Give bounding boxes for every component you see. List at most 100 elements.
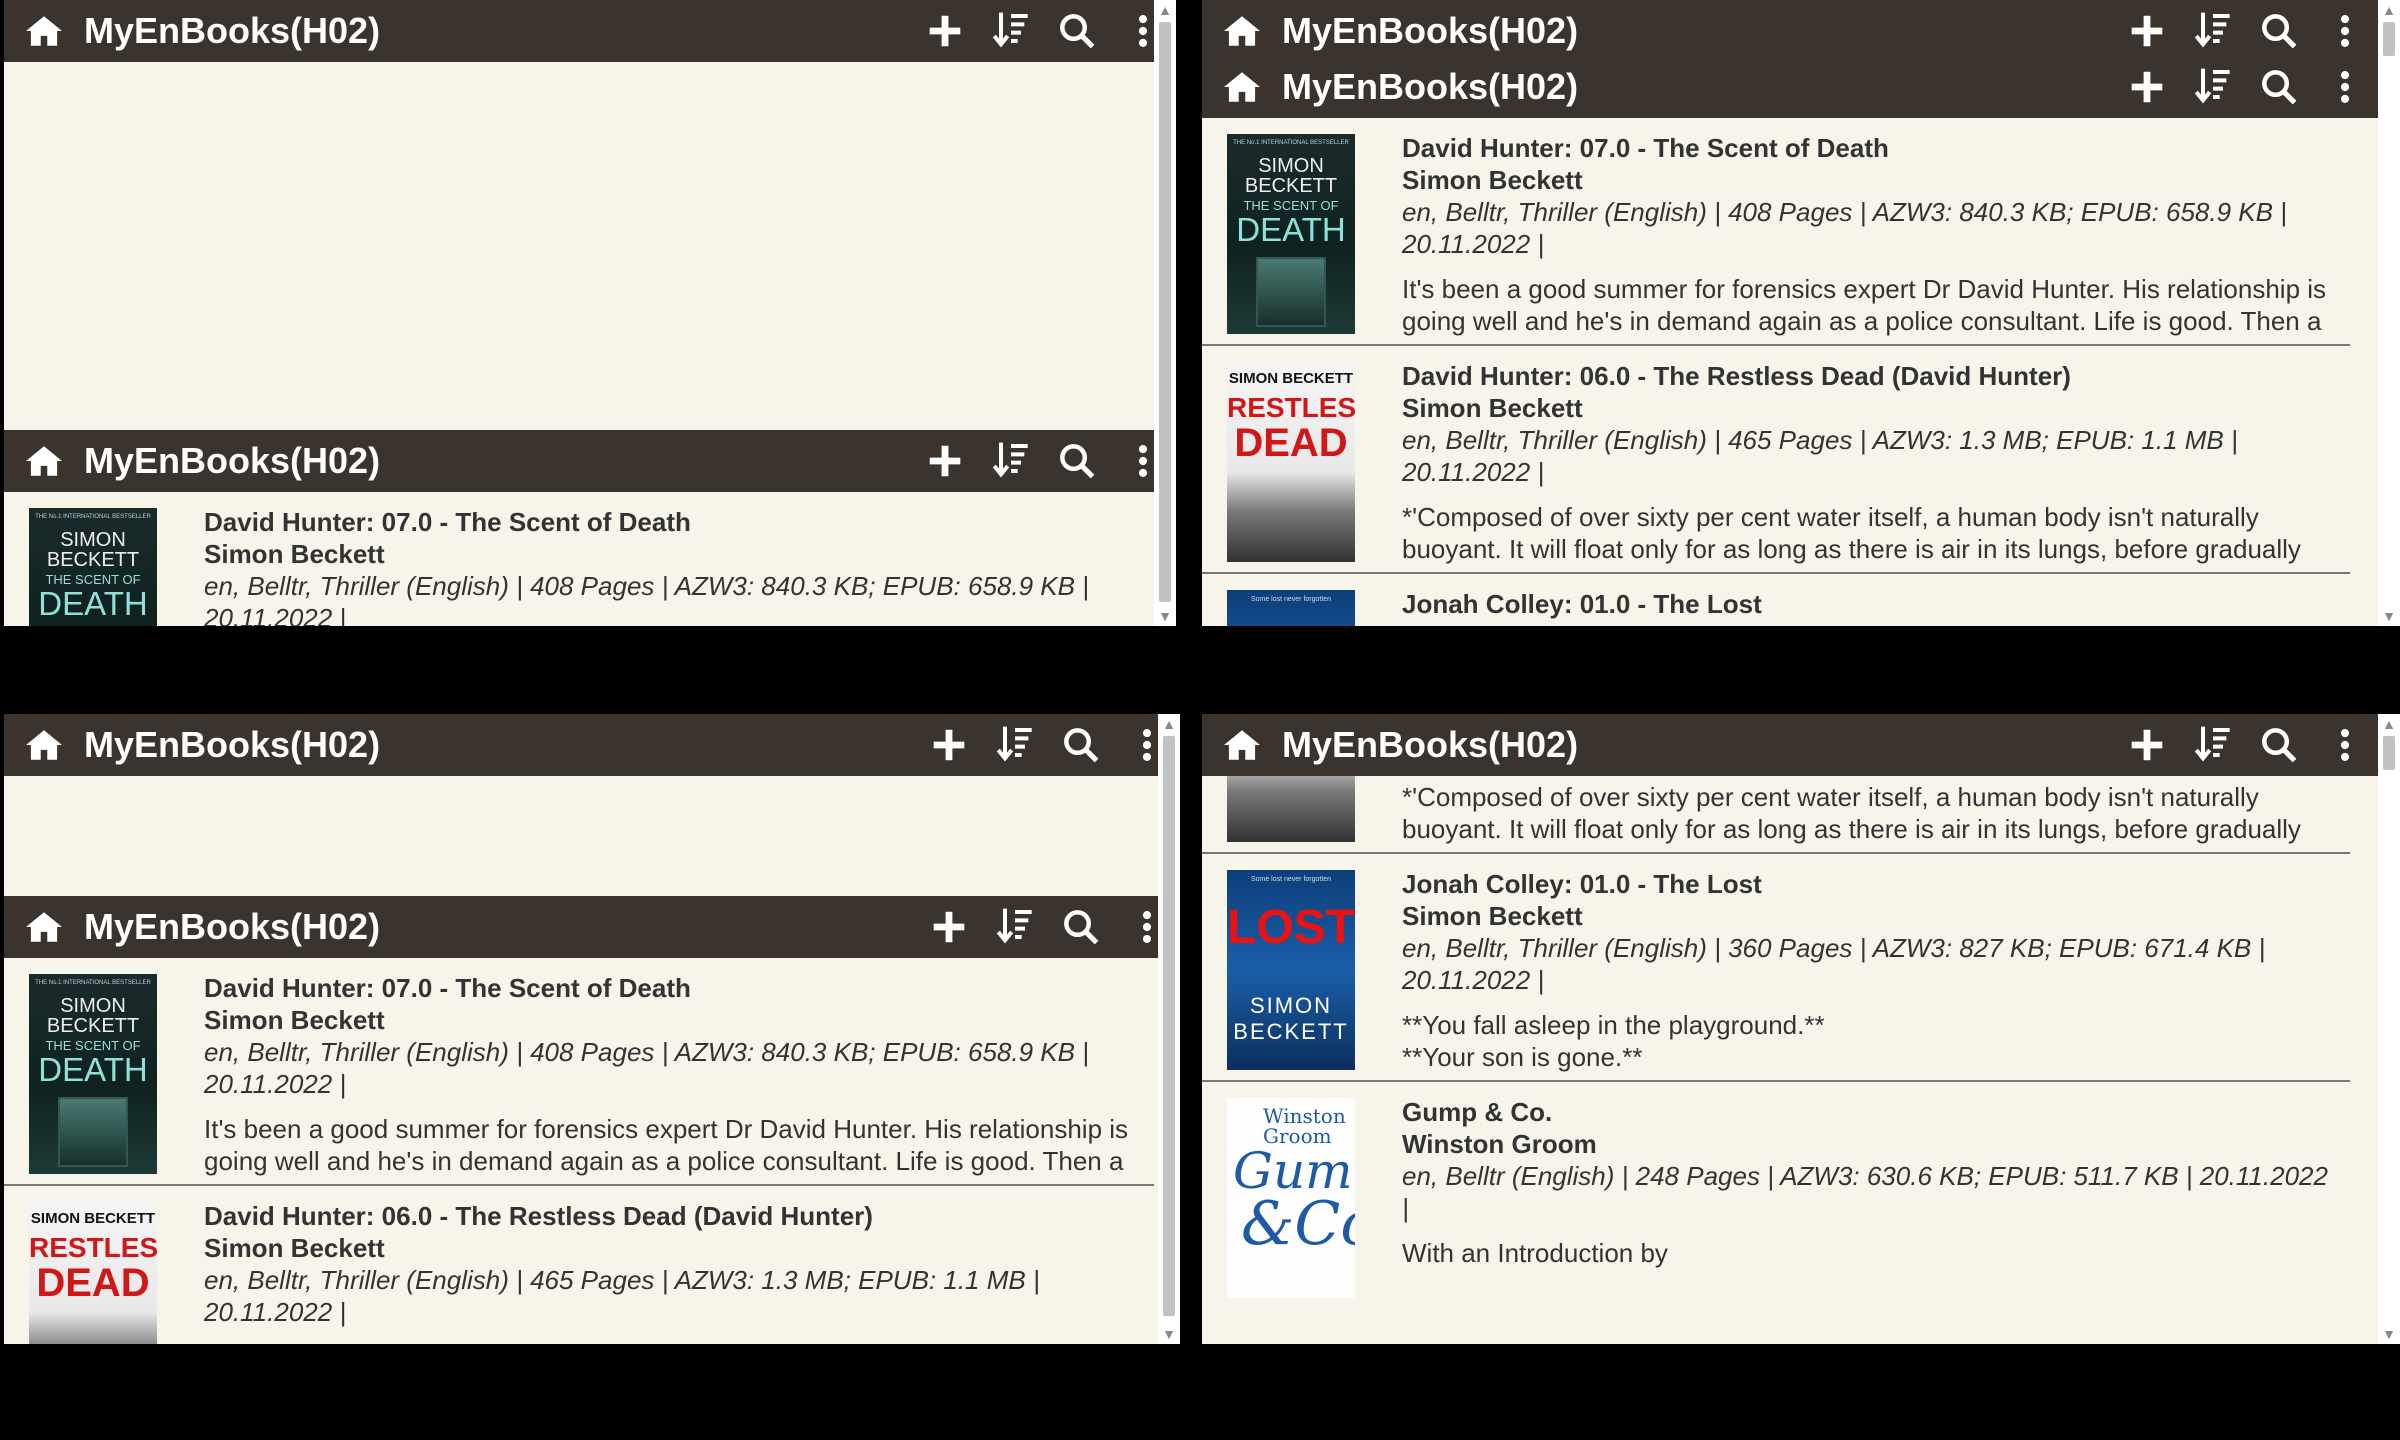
search-button[interactable] [1044, 0, 1110, 62]
book-title: Jonah Colley: 01.0 - The Lost [1402, 589, 1762, 619]
scroll-up-arrow[interactable]: ▲ [1154, 0, 1176, 20]
search-button[interactable] [2246, 714, 2312, 776]
sort-button[interactable] [2180, 0, 2246, 62]
sort-icon [2194, 726, 2230, 762]
scroll-up-arrow[interactable]: ▲ [2378, 0, 2400, 20]
book-author: Winston Groom [1402, 1129, 1597, 1159]
scrollbar[interactable]: ▲ ▼ [2378, 714, 2400, 1344]
menu-button[interactable] [2312, 714, 2378, 776]
book-cover: THE No.1 INTERNATIONAL BESTSELLER SIMON … [29, 508, 157, 626]
scroll-up-arrow[interactable]: ▲ [2378, 714, 2400, 734]
book-list-item[interactable]: Some lost never forgotten LOST SIMON BEC… [1202, 574, 2350, 626]
add-button[interactable] [2114, 0, 2180, 62]
book-list-item[interactable]: SIMON BECKETT RESTLESS DEAD David Hunter… [1202, 346, 2350, 574]
panel-bottom-left: MyEnBooks(H02) MyEnBooks(H02) THE No.1 I… [4, 714, 1180, 1344]
menu-button[interactable] [2312, 56, 2378, 118]
app-title: MyEnBooks(H02) [1282, 66, 1579, 107]
book-cover: SIMON BECKETT RESTLESS DEAD [29, 1202, 157, 1344]
add-button[interactable] [2114, 714, 2180, 776]
sort-button[interactable] [978, 430, 1044, 492]
app-title: MyEnBooks(H02) [1282, 10, 1579, 51]
book-cover: SIMON BECKETT RESTLESS DEAD [1227, 362, 1355, 562]
scroll-up-arrow[interactable]: ▲ [1158, 714, 1180, 734]
book-description: **You fall asleep in the playground.** *… [1402, 1010, 1825, 1072]
more-vertical-icon [1138, 445, 1148, 477]
scroll-down-arrow[interactable]: ▼ [1154, 606, 1176, 626]
scrollbar[interactable]: ▲ ▼ [2378, 0, 2400, 626]
home-button[interactable] [1202, 727, 1282, 763]
scrollbar[interactable]: ▲ ▼ [1158, 714, 1180, 1344]
scrollbar[interactable]: ▲ ▼ [1154, 0, 1176, 626]
sort-button[interactable] [982, 896, 1048, 958]
search-button[interactable] [1048, 896, 1114, 958]
book-title: David Hunter: 06.0 - The Restless Dead (… [204, 1201, 873, 1231]
search-button[interactable] [2246, 0, 2312, 62]
home-button[interactable] [1202, 69, 1282, 105]
book-list-item[interactable]: SIMON BECKETT RESTLESS DEAD David Hunter… [4, 1186, 1154, 1344]
scroll-thumb[interactable] [2383, 22, 2395, 56]
book-description: It's been a good summer for forensics ex… [204, 1114, 1129, 1176]
book-author: Simon Beckett [204, 1233, 385, 1263]
search-button[interactable] [2246, 56, 2312, 118]
plus-icon [929, 15, 961, 47]
home-button[interactable] [4, 727, 84, 763]
add-button[interactable] [916, 896, 982, 958]
book-cover: THE No.1 INTERNATIONAL BESTSELLER SIMON … [1227, 134, 1355, 334]
scroll-down-arrow[interactable]: ▼ [2378, 606, 2400, 626]
scroll-down-arrow[interactable]: ▼ [1158, 1324, 1180, 1344]
more-vertical-icon [1138, 15, 1148, 47]
book-cover: Winston Groom Gump &Co. [1227, 1098, 1355, 1298]
book-author: Simon Beckett [1402, 165, 1583, 195]
sort-icon [2194, 12, 2230, 48]
home-button[interactable] [1202, 13, 1282, 49]
book-list-item[interactable]: THE No.1 INTERNATIONAL BESTSELLER SIMON … [4, 492, 1154, 626]
home-button[interactable] [4, 13, 84, 49]
app-bar: MyEnBooks(H02) [4, 896, 1180, 958]
book-meta: en, Belltr, Thriller (English) | 465 Pag… [1402, 425, 2238, 487]
panel-top-right: MyEnBooks(H02) MyEnBooks(H02) THE No.1 I… [1202, 0, 2400, 626]
add-button[interactable] [2114, 56, 2180, 118]
plus-icon [2131, 729, 2163, 761]
book-title: David Hunter: 07.0 - The Scent of Death [1402, 133, 1889, 163]
home-button[interactable] [4, 443, 84, 479]
book-description: *'Composed of over sixty per cent water … [1402, 502, 2301, 564]
book-list-item[interactable]: THE No.1 INTERNATIONAL BESTSELLER SIMON … [4, 958, 1154, 1186]
book-list-item[interactable]: THE No.1 INTERNATIONAL BESTSELLER SIMON … [1202, 118, 2350, 346]
search-button[interactable] [1044, 430, 1110, 492]
scroll-thumb[interactable] [2383, 736, 2395, 770]
add-button[interactable] [916, 714, 982, 776]
search-button[interactable] [1048, 714, 1114, 776]
sort-button[interactable] [978, 0, 1044, 62]
book-meta: en, Belltr, Thriller (English) | 465 Pag… [204, 1265, 1040, 1327]
scroll-thumb[interactable] [1159, 22, 1171, 602]
add-button[interactable] [912, 0, 978, 62]
sort-icon [996, 908, 1032, 944]
scroll-thumb[interactable] [1163, 736, 1175, 1316]
app-bar: MyEnBooks(H02) [1202, 714, 2378, 776]
more-vertical-icon [1142, 911, 1152, 943]
more-vertical-icon [1142, 729, 1152, 761]
sort-button[interactable] [982, 714, 1048, 776]
search-icon [1064, 910, 1099, 945]
plus-icon [933, 729, 965, 761]
book-list-item[interactable]: Winston Groom Gump &Co. Gump & Co. Winst… [1202, 1082, 2350, 1310]
search-icon [2262, 70, 2297, 105]
search-icon [2262, 14, 2297, 49]
menu-button[interactable] [2312, 0, 2378, 62]
add-button[interactable] [912, 430, 978, 492]
home-button[interactable] [4, 909, 84, 945]
sort-button[interactable] [2180, 714, 2246, 776]
app-bar: MyEnBooks(H02) [1202, 0, 2378, 62]
app-title: MyEnBooks(H02) [84, 724, 381, 765]
book-meta: en, Belltr, Thriller (English) | 408 Pag… [1402, 197, 2287, 259]
plus-icon [2131, 15, 2163, 47]
book-list-item[interactable]: Some lost never forgotten LOST SIMON BEC… [1202, 854, 2350, 1082]
plus-icon [2131, 71, 2163, 103]
book-author: Simon Beckett [1402, 901, 1583, 931]
home-icon [1224, 730, 1260, 760]
home-icon [1224, 16, 1260, 46]
sort-button[interactable] [2180, 56, 2246, 118]
scroll-down-arrow[interactable]: ▼ [2378, 1324, 2400, 1344]
more-vertical-icon [2340, 71, 2350, 103]
home-icon [1224, 72, 1260, 102]
